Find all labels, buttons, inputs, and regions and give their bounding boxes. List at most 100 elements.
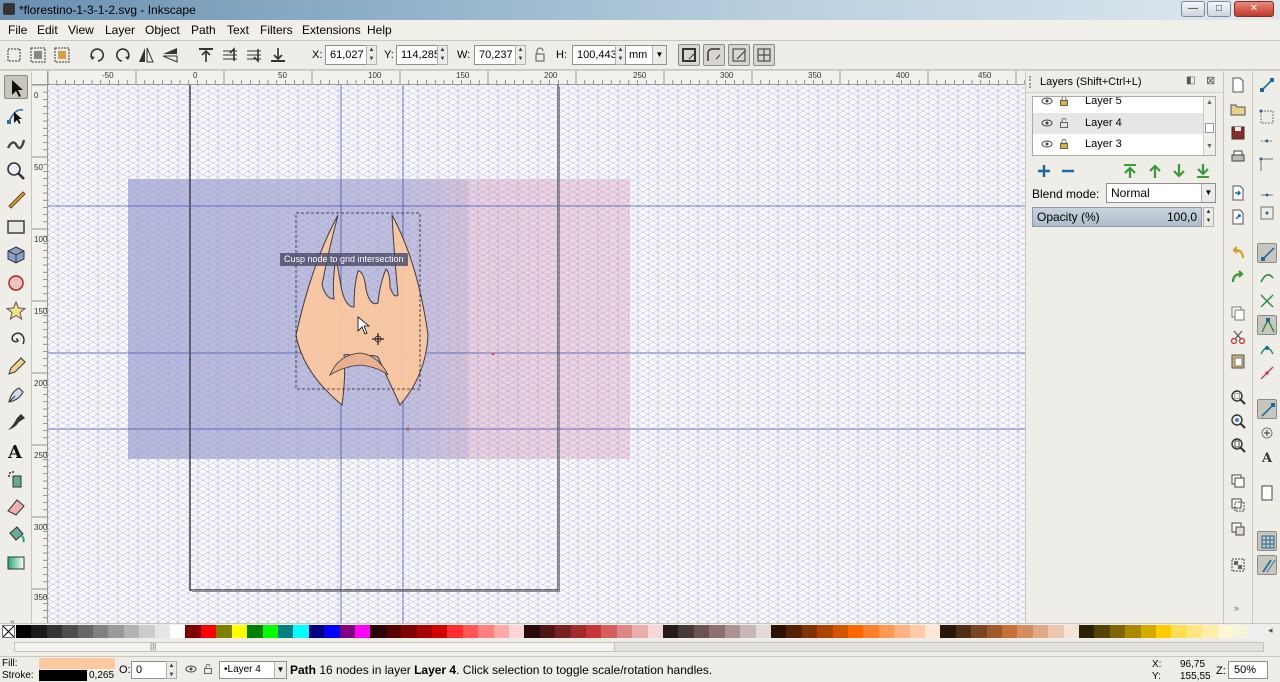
spiral-tool-icon[interactable] xyxy=(4,327,28,351)
snap-bbox-icon[interactable] xyxy=(1257,107,1277,127)
zoom-drawing-icon[interactable] xyxy=(1228,411,1248,431)
save-icon[interactable] xyxy=(1228,123,1248,143)
rotate-cw-icon[interactable] xyxy=(112,45,132,65)
snap-guides-icon[interactable] xyxy=(1257,555,1277,575)
palette-swatch[interactable] xyxy=(385,625,402,638)
commands-more-icon[interactable]: » xyxy=(1234,603,1239,613)
scale-stroke-icon[interactable] xyxy=(678,44,700,66)
palette-swatch[interactable] xyxy=(817,625,833,638)
current-layer-select[interactable]: •Layer 4 ▼ xyxy=(219,661,287,679)
palette-swatch[interactable] xyxy=(62,625,78,638)
h-input[interactable]: 100,443 xyxy=(572,45,617,65)
lock-ratio-icon[interactable] xyxy=(530,45,550,65)
open-icon[interactable] xyxy=(1228,99,1248,119)
palette-swatch[interactable] xyxy=(293,625,309,638)
palette-swatches[interactable] xyxy=(16,625,1264,638)
menu-filters[interactable]: Filters xyxy=(260,23,293,37)
raise-icon[interactable] xyxy=(220,45,240,65)
select-all-icon[interactable] xyxy=(4,45,24,65)
select-all-layers-icon[interactable] xyxy=(28,45,48,65)
remove-layer-icon[interactable] xyxy=(1059,162,1077,180)
eraser-tool-icon[interactable] xyxy=(4,495,28,519)
palette-swatch[interactable] xyxy=(262,625,278,638)
menu-edit[interactable]: Edit xyxy=(37,23,58,37)
raise-layer-icon[interactable] xyxy=(1146,162,1164,180)
calligraphy-tool-icon[interactable] xyxy=(4,411,28,435)
close-button[interactable]: ✕ xyxy=(1234,1,1274,17)
snap-intersections-icon[interactable] xyxy=(1257,291,1277,311)
menu-text[interactable]: Text xyxy=(227,23,249,37)
layer-row-5[interactable]: Layer 5 xyxy=(1033,97,1205,112)
blend-mode-select[interactable]: Normal ▼ xyxy=(1106,183,1216,203)
palette-swatch[interactable] xyxy=(1079,625,1095,638)
palette-swatch[interactable] xyxy=(755,625,771,638)
unlink-clone-icon[interactable] xyxy=(1228,519,1248,539)
palette-swatch[interactable] xyxy=(1032,625,1049,638)
opacity-o-spinner[interactable]: ▲ ▼ xyxy=(166,661,177,679)
palette-swatch[interactable] xyxy=(1186,625,1203,638)
deselect-icon[interactable] xyxy=(52,45,72,65)
palette-swatch[interactable] xyxy=(863,625,879,638)
palette-swatch[interactable] xyxy=(339,625,355,638)
palette-swatch[interactable] xyxy=(663,625,679,638)
snap-enable-icon[interactable] xyxy=(1257,75,1277,95)
palette-swatch[interactable] xyxy=(93,625,109,638)
unlock-icon[interactable] xyxy=(1059,117,1069,129)
y-spinner[interactable]: ▲ ▼ xyxy=(437,45,448,65)
palette-swatch[interactable] xyxy=(416,625,432,638)
palette-swatch[interactable] xyxy=(247,625,263,638)
menu-object[interactable]: Object xyxy=(145,23,180,37)
snap-page-border-icon[interactable] xyxy=(1257,483,1277,503)
palette-swatch[interactable] xyxy=(447,625,463,638)
opacity-slider[interactable]: Opacity (%) 100,0 xyxy=(1032,207,1202,227)
palette-swatch[interactable] xyxy=(123,625,140,638)
scale-corners-icon[interactable] xyxy=(703,44,725,66)
text-tool-icon[interactable]: A xyxy=(4,439,28,463)
palette-swatch[interactable] xyxy=(31,625,47,638)
x-input[interactable]: 61,027 xyxy=(325,45,367,65)
palette-swatch[interactable] xyxy=(1017,625,1033,638)
palette-swatch[interactable] xyxy=(324,625,340,638)
palette-swatch[interactable] xyxy=(370,625,386,638)
snap-text-baseline-icon[interactable]: A xyxy=(1257,447,1277,467)
measure-tool-icon[interactable] xyxy=(4,187,28,211)
palette-swatch[interactable] xyxy=(971,625,987,638)
palette-swatch[interactable] xyxy=(1248,625,1264,638)
palette-swatch[interactable] xyxy=(878,625,895,638)
transform-pattern-icon[interactable] xyxy=(753,44,775,66)
y-input[interactable]: 114,285 xyxy=(396,45,440,65)
menu-extensions[interactable]: Extensions xyxy=(302,23,361,37)
duplicate-icon[interactable] xyxy=(1228,471,1248,491)
palette-swatch[interactable] xyxy=(724,625,741,638)
palette-swatch[interactable] xyxy=(216,625,232,638)
snap-bbox-corner-icon[interactable] xyxy=(1257,155,1277,175)
palette-swatch[interactable] xyxy=(539,625,556,638)
palette-swatch[interactable] xyxy=(1233,625,1249,638)
palette-swatch[interactable] xyxy=(1140,625,1157,638)
redo-icon[interactable] xyxy=(1228,267,1248,287)
paste-icon[interactable] xyxy=(1228,351,1248,371)
gradient-tool-icon[interactable] xyxy=(4,551,28,575)
undo-icon[interactable] xyxy=(1228,243,1248,263)
snap-smooth-nodes-icon[interactable] xyxy=(1257,339,1277,359)
lock-icon[interactable] xyxy=(1059,138,1069,150)
dock-grip-icon[interactable] xyxy=(1029,76,1037,88)
palette-swatch[interactable] xyxy=(786,625,802,638)
unit-select[interactable]: mm ▼ xyxy=(625,45,667,65)
palette-swatch[interactable] xyxy=(1156,625,1172,638)
cut-icon[interactable] xyxy=(1228,327,1248,347)
unlock-icon[interactable] xyxy=(203,663,213,675)
x-spinner[interactable]: ▲ ▼ xyxy=(366,45,377,65)
palette-swatch[interactable] xyxy=(108,625,124,638)
copy-icon[interactable] xyxy=(1228,303,1248,323)
import-icon[interactable] xyxy=(1228,183,1248,203)
lower-icon[interactable] xyxy=(244,45,264,65)
palette-swatch[interactable] xyxy=(955,625,972,638)
palette-swatch[interactable] xyxy=(894,625,910,638)
palette-swatch[interactable] xyxy=(46,625,63,638)
palette-swatch[interactable] xyxy=(632,625,648,638)
palette-swatch[interactable] xyxy=(678,625,694,638)
horizontal-scrollbar[interactable]: ||| xyxy=(0,639,1280,656)
zoom-selection-icon[interactable] xyxy=(1228,387,1248,407)
menu-path[interactable]: Path xyxy=(191,23,216,37)
